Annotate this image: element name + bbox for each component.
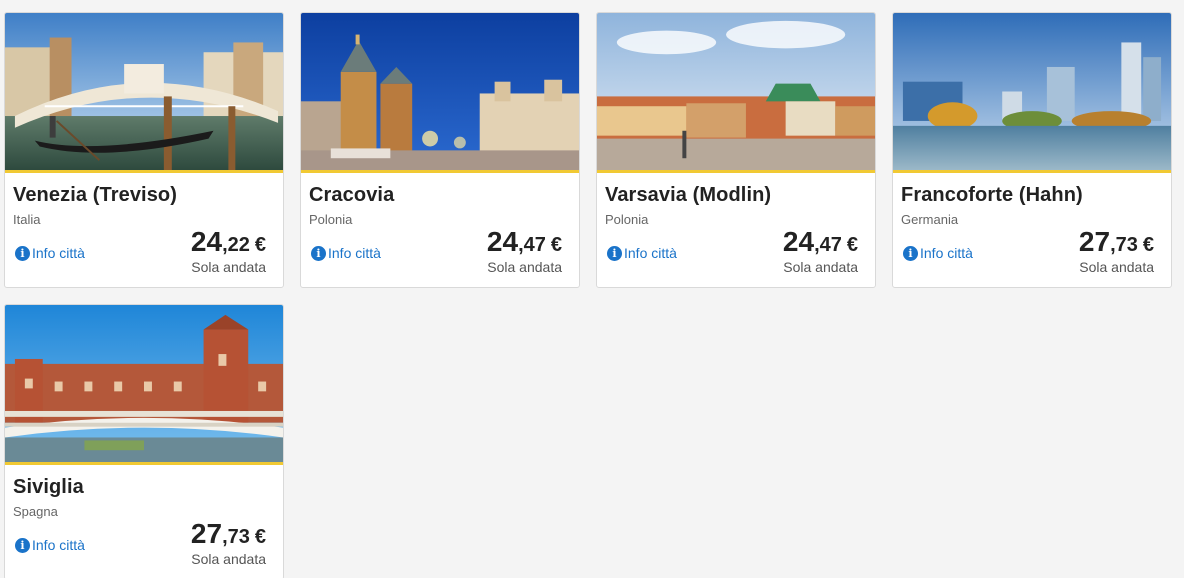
destination-photo	[5, 305, 283, 465]
destination-card-varsavia[interactable]: Varsavia (Modlin) Polonia i Info città 2…	[596, 12, 876, 288]
price: 24,47 €	[783, 227, 858, 262]
price-integer: 27	[1078, 226, 1111, 257]
info-citta-link[interactable]: i Info città	[903, 245, 973, 261]
price-decimal: ,47	[518, 234, 546, 256]
destination-card-venezia[interactable]: Venezia (Treviso) Italia i Info città 24…	[4, 12, 284, 288]
destination-grid: Venezia (Treviso) Italia i Info città 24…	[4, 12, 1172, 578]
info-icon: i	[311, 245, 326, 261]
country-name: Polonia	[605, 212, 649, 227]
price-currency: €	[254, 526, 266, 548]
card-body: Cracovia Polonia i Info città 24,47 € Sol…	[301, 173, 579, 286]
info-icon: i	[903, 245, 918, 261]
price: 24,22 €	[191, 227, 266, 262]
info-icon: i	[607, 245, 622, 261]
destination-card-francoforte[interactable]: Francoforte (Hahn) Germania i Info città…	[892, 12, 1172, 288]
city-name: Venezia (Treviso)	[13, 184, 177, 206]
info-citta-label: Info città	[920, 245, 973, 261]
price-decimal: ,73	[1110, 234, 1138, 256]
info-citta-link[interactable]: i Info città	[15, 537, 85, 553]
one-way-label: Sola andata	[487, 259, 562, 275]
info-citta-link[interactable]: i Info città	[311, 245, 381, 261]
price-integer: 24	[190, 226, 223, 257]
destination-card-siviglia[interactable]: Siviglia Spagna i Info città 27,73 € Sola…	[4, 304, 284, 578]
destination-photo	[893, 13, 1171, 173]
price: 24,47 €	[487, 227, 562, 262]
city-name: Cracovia	[309, 184, 395, 206]
card-body: Venezia (Treviso) Italia i Info città 24…	[5, 173, 283, 286]
city-name: Francoforte (Hahn)	[901, 184, 1083, 206]
price-decimal: ,22	[222, 234, 250, 256]
price-decimal: ,73	[222, 526, 250, 548]
card-body: Francoforte (Hahn) Germania i Info città…	[893, 173, 1171, 286]
one-way-label: Sola andata	[191, 259, 266, 275]
info-citta-link[interactable]: i Info città	[607, 245, 677, 261]
city-name: Siviglia	[13, 476, 84, 498]
country-name: Polonia	[309, 212, 353, 227]
one-way-label: Sola andata	[783, 259, 858, 275]
info-citta-label: Info città	[32, 537, 85, 553]
destination-photo	[5, 13, 283, 173]
price-currency: €	[846, 234, 858, 256]
price-block: 24,22 € Sola andata	[191, 227, 266, 275]
city-name: Varsavia (Modlin)	[605, 184, 772, 206]
price-currency: €	[254, 234, 266, 256]
info-citta-label: Info città	[624, 245, 677, 261]
destination-card-cracovia[interactable]: Cracovia Polonia i Info città 24,47 € Sol…	[300, 12, 580, 288]
country-name: Germania	[901, 212, 959, 227]
price: 27,73 €	[191, 519, 266, 554]
info-icon: i	[15, 245, 30, 261]
price-integer: 24	[486, 226, 519, 257]
price-block: 27,73 € Sola andata	[191, 519, 266, 567]
one-way-label: Sola andata	[191, 551, 266, 567]
info-citta-label: Info città	[328, 245, 381, 261]
card-body: Varsavia (Modlin) Polonia i Info città 2…	[597, 173, 875, 286]
price-currency: €	[1142, 234, 1154, 256]
price-block: 24,47 € Sola andata	[783, 227, 858, 275]
card-body: Siviglia Spagna i Info città 27,73 € Sola…	[5, 465, 283, 578]
price-block: 24,47 € Sola andata	[487, 227, 562, 275]
destination-photo	[597, 13, 875, 173]
info-icon: i	[15, 537, 30, 553]
price: 27,73 €	[1079, 227, 1154, 262]
price-block: 27,73 € Sola andata	[1079, 227, 1154, 275]
country-name: Spagna	[13, 504, 58, 519]
one-way-label: Sola andata	[1079, 259, 1154, 275]
info-citta-link[interactable]: i Info città	[15, 245, 85, 261]
price-currency: €	[550, 234, 562, 256]
price-integer: 27	[190, 518, 223, 549]
price-integer: 24	[782, 226, 815, 257]
info-citta-label: Info città	[32, 245, 85, 261]
destination-photo	[301, 13, 579, 173]
price-decimal: ,47	[814, 234, 842, 256]
country-name: Italia	[13, 212, 41, 227]
